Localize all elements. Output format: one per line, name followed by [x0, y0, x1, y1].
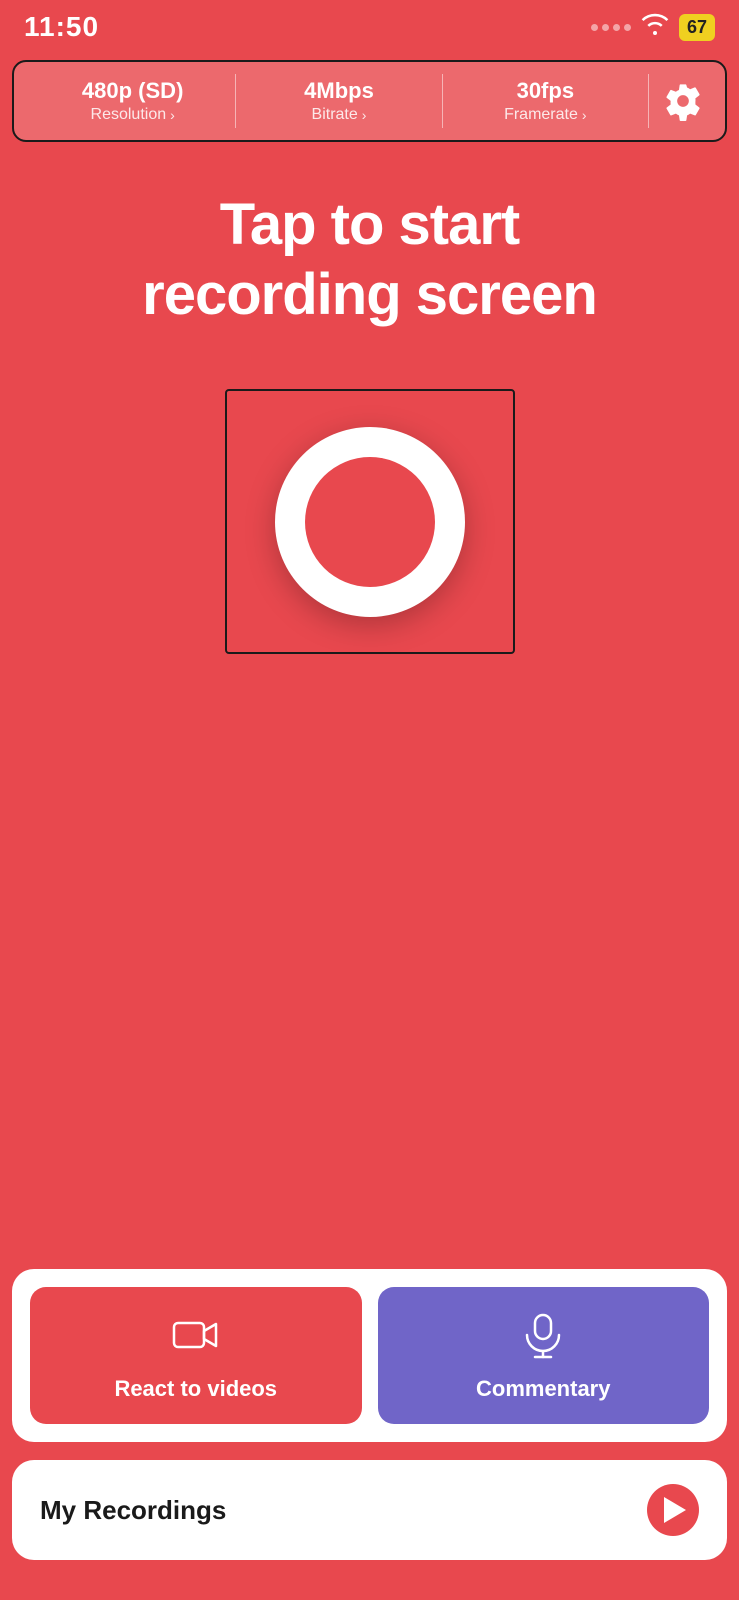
react-to-videos-button[interactable]: React to videos	[30, 1287, 362, 1424]
action-card: React to videos Commentary	[12, 1269, 727, 1442]
resolution-setting[interactable]: 480p (SD) Resolution ›	[30, 74, 236, 128]
recordings-card[interactable]: My Recordings	[12, 1460, 727, 1560]
status-time: 11:50	[24, 11, 99, 43]
signal-dots	[591, 24, 631, 31]
signal-dot-2	[602, 24, 609, 31]
battery-level: 67	[687, 17, 707, 38]
battery-badge: 67	[679, 14, 715, 41]
recordings-label: My Recordings	[40, 1495, 226, 1526]
bitrate-value: 4Mbps	[244, 78, 433, 104]
play-triangle-icon	[664, 1497, 686, 1523]
framerate-value: 30fps	[451, 78, 640, 104]
record-button[interactable]	[275, 427, 465, 617]
wifi-icon	[641, 13, 669, 41]
record-area	[0, 389, 739, 654]
gear-icon	[663, 81, 703, 121]
record-inner-circle	[305, 457, 435, 587]
video-camera-icon	[170, 1309, 222, 1364]
title-heading: Tap to start recording screen	[40, 190, 699, 329]
framerate-label: Framerate ›	[451, 106, 640, 124]
resolution-label: Resolution ›	[38, 106, 227, 124]
react-to-videos-label: React to videos	[114, 1376, 277, 1402]
status-right: 67	[591, 13, 715, 41]
bitrate-setting[interactable]: 4Mbps Bitrate ›	[236, 74, 442, 128]
signal-dot-4	[624, 24, 631, 31]
record-box[interactable]	[225, 389, 515, 654]
commentary-button[interactable]: Commentary	[378, 1287, 710, 1424]
resolution-value: 480p (SD)	[38, 78, 227, 104]
title-line1: Tap to start	[220, 192, 520, 257]
framerate-setting[interactable]: 30fps Framerate ›	[443, 74, 649, 128]
title-line2: recording screen	[142, 262, 597, 327]
play-button[interactable]	[647, 1484, 699, 1536]
settings-bar: 480p (SD) Resolution › 4Mbps Bitrate › 3…	[12, 60, 727, 142]
status-bar: 11:50 67	[0, 0, 739, 50]
gear-button[interactable]	[657, 75, 709, 127]
bottom-section: React to videos Commentary My Recordings	[12, 1269, 727, 1560]
main-title: Tap to start recording screen	[0, 190, 739, 329]
signal-dot-1	[591, 24, 598, 31]
bitrate-chevron: ›	[362, 107, 367, 123]
signal-dot-3	[613, 24, 620, 31]
bitrate-label: Bitrate ›	[244, 106, 433, 124]
commentary-label: Commentary	[476, 1376, 610, 1402]
resolution-chevron: ›	[170, 107, 175, 123]
microphone-icon	[517, 1309, 569, 1364]
framerate-chevron: ›	[582, 107, 587, 123]
